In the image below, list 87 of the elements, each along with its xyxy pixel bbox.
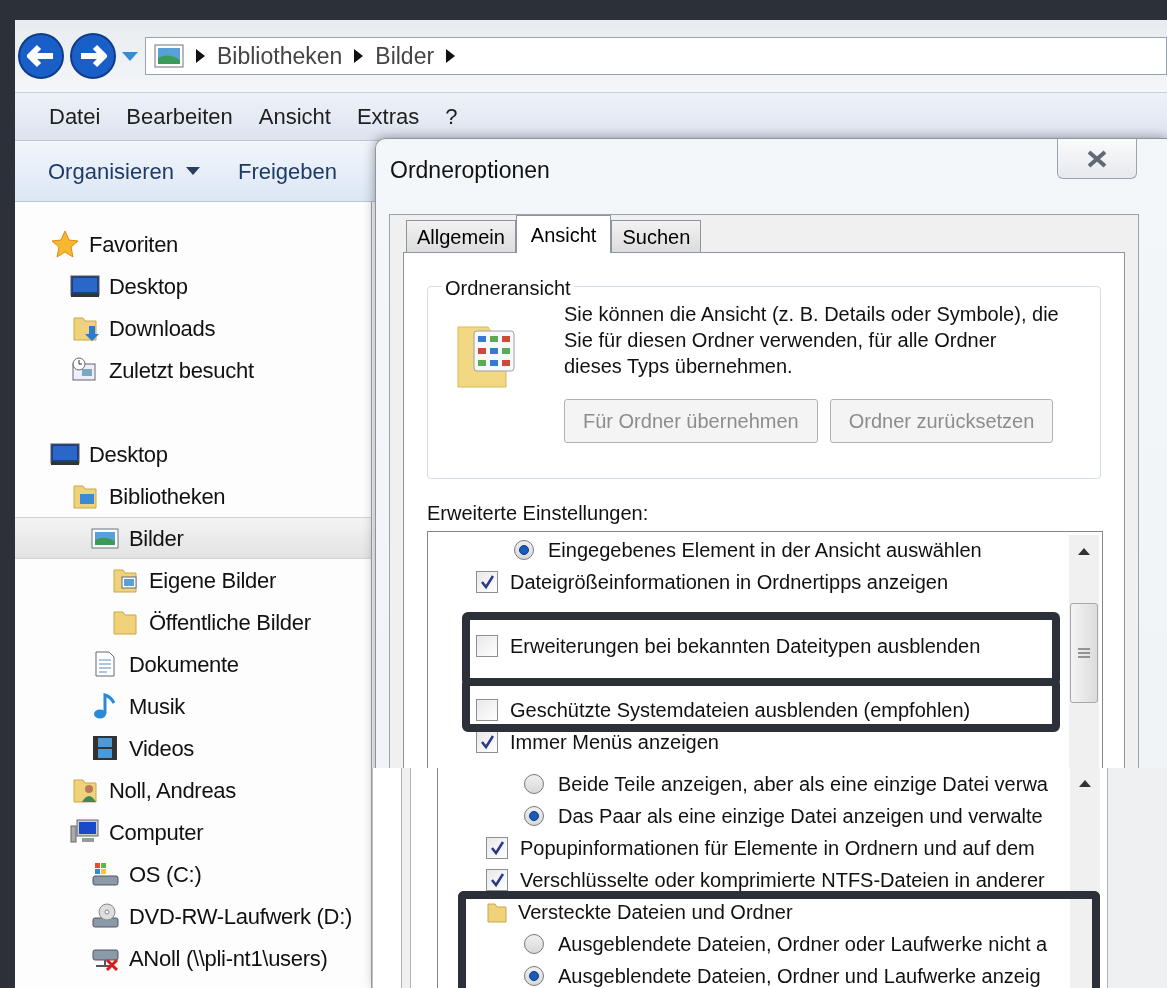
nav-item[interactable]: Öffentliche Bilder	[15, 601, 371, 643]
folder-icon	[486, 901, 508, 923]
folder-arrow-icon	[70, 314, 100, 342]
setting-label: Eingegebenes Element in der Ansicht auswählen	[548, 538, 982, 563]
checkbox[interactable]	[486, 837, 508, 859]
radio-button[interactable]	[514, 540, 534, 560]
action-button: Für Ordner übernehmen	[564, 399, 818, 443]
tab[interactable]: Allgemein	[406, 220, 516, 252]
scrollbar-thumb[interactable]	[1070, 603, 1098, 703]
setting-label: Das Paar als eine einzige Datei anzeigen und verwalte	[558, 804, 1043, 829]
checkbox[interactable]	[476, 571, 498, 593]
setting-label: Geschützte Systemdateien ausblenden (empfohlen)	[510, 698, 971, 723]
breadcrumb[interactable]: Bibliotheken	[217, 38, 343, 74]
setting-label: Dateigrößeinformationen in Ordnertipps anzeigen	[510, 570, 949, 595]
folder-icon	[456, 323, 518, 389]
nav-item[interactable]: Bilder	[15, 517, 371, 559]
checkbox[interactable]	[476, 635, 498, 657]
dvd-drive-icon	[90, 902, 120, 930]
checkbox[interactable]	[486, 869, 508, 891]
nav-item[interactable]: Desktop	[15, 265, 371, 307]
close-icon	[1086, 149, 1108, 168]
monitor-icon	[50, 440, 80, 468]
folder-icon	[110, 608, 140, 636]
nav-item[interactable]: Downloads	[15, 307, 371, 349]
library-folder-icon	[70, 482, 100, 510]
checkbox[interactable]	[476, 731, 498, 753]
chevron-right-icon[interactable]	[196, 49, 205, 63]
film-strip-icon	[90, 734, 120, 762]
chevron-right-icon[interactable]	[354, 49, 364, 63]
nav-item[interactable]: Musik	[15, 685, 371, 727]
close-button[interactable]	[1057, 139, 1137, 179]
folder-picture-icon	[110, 566, 140, 594]
nav-item[interactable]: OS (C:)	[15, 853, 371, 895]
user-folder-icon	[70, 776, 100, 804]
forward-icon[interactable]	[69, 32, 117, 80]
checkbox[interactable]	[476, 699, 498, 721]
setting-label: Ausgeblendete Dateien, Ordner und Laufwerke anzeig	[558, 964, 1041, 988]
description-text: Sie können die Ansicht (z. B. Details oder Symbole), die Sie für diesen Ordner verwenden, für alle Ordner dieses Typs übernehmen.	[564, 302, 1059, 379]
setting-label: Verschlüsselte oder komprimierte NTFS-Dateien in anderer	[520, 868, 1045, 893]
nav-item[interactable]: Noll, Andreas	[15, 769, 371, 811]
nav-item[interactable]: Videos	[15, 727, 371, 769]
menu-item[interactable]: Bearbeiten	[126, 100, 233, 133]
hard-drive-icon	[90, 860, 120, 888]
breadcrumb[interactable]: Bilder	[375, 38, 435, 74]
picture-icon	[154, 44, 184, 68]
advanced-settings-label: Erweiterte Einstellungen:	[427, 501, 650, 526]
menu-item[interactable]: Ansicht	[258, 100, 331, 133]
tab[interactable]: Suchen	[611, 220, 702, 252]
nav-item[interactable]: Desktop	[15, 433, 371, 475]
radio-button[interactable]	[524, 806, 544, 826]
scroll-up-icon[interactable]	[1078, 548, 1090, 555]
radio-button[interactable]	[524, 934, 544, 954]
address-bar[interactable]: Bibliotheken Bilder	[145, 37, 1167, 75]
toolbar-button[interactable]: Freigeben	[237, 154, 338, 188]
setting-label: Immer Menüs anzeigen	[510, 730, 719, 755]
star-icon	[50, 230, 80, 258]
setting-label: Popupinformationen für Elemente in Ordnern und auf dem	[520, 836, 1035, 861]
dialog-title: Ordneroptionen	[390, 156, 550, 185]
setting-label: Versteckte Dateien und Ordner	[518, 900, 793, 925]
computer-icon	[70, 818, 100, 846]
grip-icon	[1078, 648, 1090, 658]
setting-label: Erweiterungen bei bekannten Dateitypen ausblenden	[510, 634, 981, 659]
nav-item[interactable]: Dokumente	[15, 643, 371, 685]
scroll-up-icon[interactable]	[1079, 780, 1091, 787]
nav-item[interactable]: Bibliotheken	[15, 475, 371, 517]
nav-item[interactable]: Zuletzt besucht	[15, 349, 371, 391]
tab[interactable]: Ansicht	[515, 215, 612, 253]
monitor-icon	[70, 272, 100, 300]
nav-item[interactable]: ANoll (\\pli-nt1\users)	[15, 937, 371, 979]
nav-item[interactable]: Computer	[15, 811, 371, 853]
menu-item[interactable]: Datei	[49, 100, 101, 133]
chevron-right-icon[interactable]	[446, 49, 456, 63]
setting-label: Ausgeblendete Dateien, Ordner oder Laufwerke nicht a	[558, 932, 1048, 957]
menu-item[interactable]: ?	[445, 100, 458, 133]
back-icon[interactable]	[17, 32, 65, 80]
nav-item[interactable]: Favoriten	[15, 223, 371, 265]
nav-item[interactable]: DVD-RW-Laufwerk (D:)	[15, 895, 371, 937]
radio-button[interactable]	[524, 774, 544, 794]
nav-item[interactable]: Eigene Bilder	[15, 559, 371, 601]
dropdown-icon[interactable]	[121, 50, 139, 62]
menu-item[interactable]: Extras	[356, 100, 420, 133]
scrollbar[interactable]	[1069, 535, 1099, 771]
radio-button[interactable]	[524, 966, 544, 986]
caret-icon	[185, 167, 200, 175]
toolbar-button[interactable]: Organisieren	[48, 154, 200, 188]
action-button: Ordner zurücksetzen	[829, 399, 1054, 443]
setting-label: Beide Teile anzeigen, aber als eine einzige Datei verwa	[558, 772, 1048, 797]
